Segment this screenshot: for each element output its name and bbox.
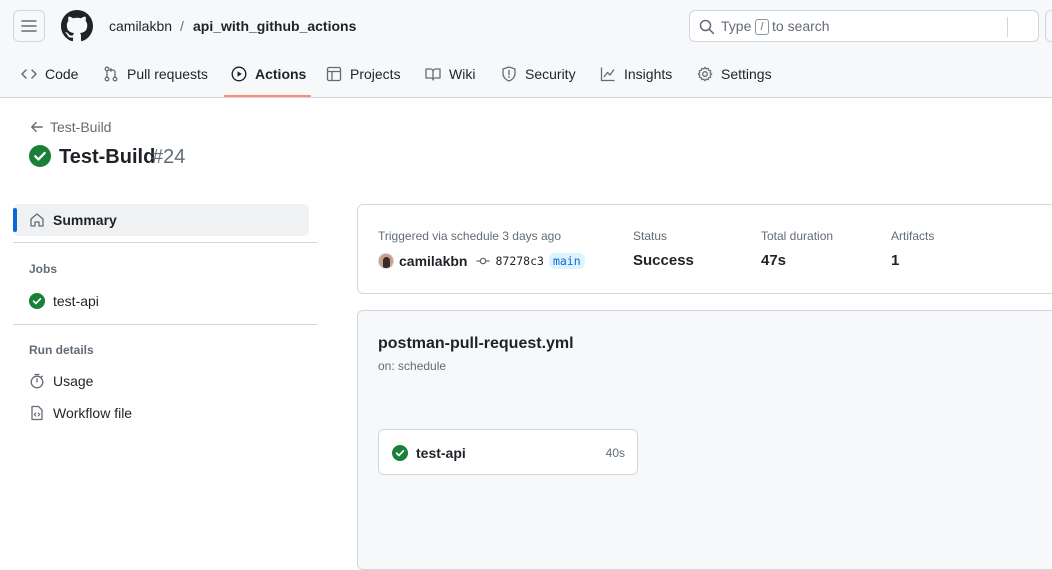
run-summary-card: Triggered via schedule 3 days ago camila… xyxy=(357,204,1052,294)
back-link[interactable]: Test-Build xyxy=(30,119,111,135)
tab-insights[interactable]: Insights xyxy=(600,58,672,98)
tab-settings-label: Settings xyxy=(721,66,772,82)
menu-button[interactable] xyxy=(13,10,45,42)
workflow-graph-card: postman-pull-request.yml on: schedule te… xyxy=(357,310,1052,570)
repo-header: camilakbn / api_with_github_actions Type… xyxy=(0,0,1052,98)
search-input[interactable]: Type / to search xyxy=(689,10,1039,42)
job-node[interactable]: test-api 40s xyxy=(378,429,638,475)
active-tab-indicator xyxy=(224,95,311,97)
selected-indicator xyxy=(13,208,17,232)
gear-icon xyxy=(697,66,713,82)
artifacts-value[interactable]: 1 xyxy=(891,252,899,269)
job-name: test-api xyxy=(416,445,466,461)
sidebar-divider xyxy=(13,242,317,243)
tab-pull-requests[interactable]: Pull requests xyxy=(103,58,208,98)
tab-security[interactable]: Security xyxy=(501,58,576,98)
sidebar-usage-label: Usage xyxy=(53,373,94,389)
command-palette-button[interactable] xyxy=(1045,10,1052,42)
sidebar-summary-label: Summary xyxy=(53,212,117,228)
search-shortcut-key: / xyxy=(755,19,769,35)
tab-actions-label: Actions xyxy=(255,66,307,82)
page-title: Test-Build xyxy=(59,146,156,168)
tab-code[interactable]: Code xyxy=(21,58,78,98)
graph-icon xyxy=(600,67,615,82)
shield-icon xyxy=(502,66,516,82)
check-circle-icon xyxy=(29,293,45,309)
tab-wiki[interactable]: Wiki xyxy=(425,58,475,98)
breadcrumb-repo[interactable]: api_with_github_actions xyxy=(193,17,356,35)
sidebar-divider xyxy=(13,324,317,325)
file-code-icon xyxy=(31,405,43,421)
sidebar-job-label: test-api xyxy=(53,293,99,309)
trigger-label: Triggered via schedule 3 days ago xyxy=(378,229,561,243)
tab-projects-label: Projects xyxy=(350,66,401,82)
search-icon xyxy=(699,19,715,35)
avatar[interactable] xyxy=(378,253,394,269)
sidebar-item-job[interactable]: test-api xyxy=(29,291,99,311)
hamburger-icon xyxy=(21,20,37,32)
tab-pull-requests-label: Pull requests xyxy=(127,66,208,82)
search-divider xyxy=(1007,17,1008,37)
trigger-actor: camilakbn 87278c3 main xyxy=(378,253,585,269)
breadcrumb-separator: / xyxy=(180,18,184,34)
status-value: Success xyxy=(633,252,694,269)
status-label: Status xyxy=(633,229,668,243)
tab-code-label: Code xyxy=(45,66,79,82)
search-placeholder-suffix: to search xyxy=(772,18,830,34)
search-placeholder-prefix: Type xyxy=(721,18,752,34)
pull-request-icon xyxy=(104,66,118,82)
workflow-file-name: postman-pull-request.yml xyxy=(378,335,574,352)
check-circle-icon xyxy=(392,445,408,461)
artifacts-label: Artifacts xyxy=(891,229,935,243)
git-commit-icon xyxy=(476,257,491,265)
tab-insights-label: Insights xyxy=(624,66,673,82)
back-link-label: Test-Build xyxy=(50,119,112,135)
tab-projects[interactable]: Projects xyxy=(326,58,401,98)
duration-label: Total duration xyxy=(761,229,834,243)
sidebar-heading-jobs: Jobs xyxy=(29,262,58,276)
branch-badge[interactable]: main xyxy=(548,253,585,269)
sidebar-heading-run-details: Run details xyxy=(29,343,94,357)
sidebar-item-workflow-file[interactable]: Workflow file xyxy=(29,403,132,423)
actor-name[interactable]: camilakbn xyxy=(399,253,467,269)
commit-sha[interactable]: 87278c3 xyxy=(495,254,543,268)
book-icon xyxy=(425,68,441,81)
breadcrumb-owner[interactable]: camilakbn xyxy=(109,17,172,35)
play-icon xyxy=(231,66,247,82)
sidebar-item-usage[interactable]: Usage xyxy=(29,371,93,391)
check-circle-icon xyxy=(29,145,51,167)
stopwatch-icon xyxy=(30,373,44,389)
sidebar-workflow-file-label: Workflow file xyxy=(53,405,133,421)
tab-wiki-label: Wiki xyxy=(449,66,476,82)
table-icon xyxy=(326,66,342,82)
tab-security-label: Security xyxy=(525,66,576,82)
arrow-left-icon xyxy=(31,121,43,133)
code-icon xyxy=(21,69,37,79)
duration-value: 47s xyxy=(761,252,787,269)
run-number: #24 xyxy=(152,146,186,168)
github-logo-icon[interactable] xyxy=(61,10,93,42)
tab-actions[interactable]: Actions xyxy=(231,58,306,98)
workflow-trigger: on: schedule xyxy=(378,359,447,373)
home-icon xyxy=(30,213,44,227)
sidebar-item-summary[interactable]: Summary xyxy=(13,204,309,236)
tab-settings[interactable]: Settings xyxy=(697,58,772,98)
job-duration: 40s xyxy=(605,446,625,460)
